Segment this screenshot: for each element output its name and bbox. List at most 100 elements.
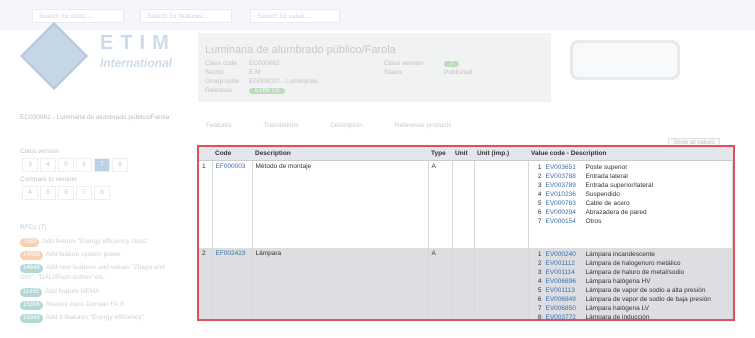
top-search-bar: Search for class... Search for features.…	[0, 0, 755, 30]
value-list: 1 EV003651 Poste superior 2 EV003788 Entrada…	[528, 160, 733, 248]
rfc-item[interactable]: 15356 Rework class Domain FA 3	[20, 300, 180, 310]
value-code-link[interactable]: EV000783	[546, 199, 582, 208]
version-6[interactable]: 6	[76, 158, 92, 172]
class-title: Luminaria de alumbrado público/Farola	[205, 44, 396, 56]
etim-logo[interactable]: ETIM International	[20, 22, 184, 90]
value-code-link[interactable]: EV003651	[546, 163, 582, 172]
logo-sub: International	[100, 56, 173, 70]
value-code-link[interactable]: EV000154	[546, 217, 582, 226]
releases-field: Releases ETIM 7.0	[205, 87, 286, 94]
compare-7[interactable]: 7	[76, 186, 92, 200]
feature-description: Método de montaje	[252, 160, 429, 248]
version-4[interactable]: 4	[40, 158, 56, 172]
value-code-link[interactable]: EV000294	[546, 208, 582, 217]
compare-8[interactable]: 8	[94, 186, 110, 200]
rfc-item[interactable]: 14649 Add new features and values "Zhaga …	[20, 263, 180, 282]
product-image	[565, 30, 685, 90]
table-row[interactable]: 1 EF000003 Método de montaje A 1 EV003651…	[199, 160, 733, 248]
col-type[interactable]: Type	[428, 147, 452, 161]
tab-bar: Features Translations Description Refere…	[206, 122, 481, 129]
value-item: 3 EV001114 Lámpara de haluro de metal/sodi…	[537, 268, 685, 277]
value-code-link[interactable]: EV010236	[546, 190, 582, 199]
sector-field: Sector E M	[205, 69, 261, 76]
value-code-link[interactable]: EV006850	[546, 304, 582, 313]
value-item: 6 EV000294 Abrazadera de pared	[537, 208, 647, 217]
value-code-link[interactable]: EV001114	[546, 268, 582, 277]
feature-unit	[452, 160, 475, 248]
value-item: 7 EV006850 Lámpara halógena LV	[537, 304, 649, 313]
feature-code-link[interactable]: EF002423	[212, 248, 253, 319]
rfc-item[interactable]: 15349 Add 3 features "Energy efficiency"	[20, 313, 180, 323]
rfc-item[interactable]: 14609 Add feature system power	[20, 250, 180, 260]
value-code-link[interactable]: EV003789	[546, 181, 582, 190]
rfc-item[interactable]: 11455 Add feature NEMA	[20, 287, 180, 297]
compare-4[interactable]: 4	[22, 186, 38, 200]
value-item: 2 EV003788 Entrada lateral	[537, 172, 628, 181]
status-field: Status Published	[384, 69, 473, 76]
version-7[interactable]: 7	[94, 158, 110, 172]
value-item: 6 EV006849 Lámpara de vapor de sodio de ba…	[537, 295, 711, 304]
value-item: 1 EV000240 Lámpara incandescente	[537, 250, 655, 259]
features-table-highlight: Code Description Type Unit Unit (imp.) V…	[197, 145, 735, 321]
value-code-link[interactable]: EV003772	[546, 313, 582, 319]
compare-version-label: Compare to version	[20, 176, 77, 183]
rfc-item[interactable]: 7583 Add feature "Energy efficiency class…	[20, 237, 180, 247]
value-item: 8 EV003772 Lámpara de inducción	[537, 313, 650, 321]
class-version-label: Class version	[20, 148, 60, 155]
release-badge: ETIM 7.0	[249, 88, 286, 94]
compare-5[interactable]: 5	[40, 186, 56, 200]
value-item: 1 EV003651 Poste superior	[537, 163, 628, 172]
feature-description: Lámpara	[252, 248, 429, 319]
rfcs-label: RFCs (7)	[20, 224, 47, 231]
version-3[interactable]: 3	[22, 158, 38, 172]
table-row[interactable]: 2 EF002423 Lámpara A 1 EV000240 Lámpara in…	[199, 248, 733, 321]
logo-diamond-icon	[20, 22, 88, 90]
col-code[interactable]: Code	[212, 147, 252, 161]
class-search-input[interactable]: Search for class...	[32, 9, 124, 23]
value-item: 7 EV000154 Otros	[537, 217, 602, 226]
compare-version-selector: 4 5 6 7 8	[22, 186, 112, 200]
col-description[interactable]: Description	[252, 147, 428, 161]
feature-type: A	[428, 160, 453, 248]
class-info-panel: Luminaria de alumbrado público/Farola Cl…	[198, 33, 551, 102]
value-item: 5 EV001113 Lámpara de vapor de sodio a alt…	[537, 286, 706, 295]
value-code-link[interactable]: EV001113	[546, 286, 582, 295]
group-code-field: Group code EG000027 - Luminarias	[205, 78, 318, 85]
features-table: Code Description Type Unit Unit (imp.) V…	[199, 147, 733, 321]
version-8[interactable]: 8	[112, 158, 128, 172]
class-identifier: EC000062 - Luminaria de alumbrado públic…	[20, 114, 170, 121]
col-unit[interactable]: Unit	[452, 147, 474, 161]
class-version-selector: 3 4 5 6 7 8	[22, 158, 130, 172]
row-number: 2	[199, 248, 213, 319]
value-code-link[interactable]: EV003788	[546, 172, 582, 181]
value-item: 2 EV001112 Lámpara de halogenuro metálico	[537, 259, 681, 268]
class-code-field: Class code EC000062	[205, 60, 280, 67]
tab-translations[interactable]: Translations	[263, 122, 298, 129]
feature-unit	[452, 248, 475, 319]
compare-6[interactable]: 6	[58, 186, 74, 200]
feature-search-input[interactable]: Search for features...	[140, 9, 232, 23]
class-version-field: Class version 7	[384, 60, 460, 67]
value-code-link[interactable]: EV000240	[546, 250, 582, 259]
feature-code-link[interactable]: EF000003	[212, 160, 253, 248]
row-number: 1	[199, 160, 213, 248]
value-item: 4 EV006896 Lámpara halógena HV	[537, 277, 651, 286]
value-search-input[interactable]: Search for value...	[250, 9, 340, 23]
feature-unit-imp	[474, 248, 529, 319]
value-code-link[interactable]: EV001112	[546, 259, 582, 268]
col-unit-imp[interactable]: Unit (imp.)	[474, 147, 528, 161]
version-5[interactable]: 5	[58, 158, 74, 172]
feature-unit-imp	[474, 160, 529, 248]
value-code-link[interactable]: EV006849	[546, 295, 582, 304]
tab-description[interactable]: Description	[330, 122, 363, 129]
value-code-link[interactable]: EV006896	[546, 277, 582, 286]
value-item: 4 EV010236 Suspendido	[537, 190, 620, 199]
tab-features[interactable]: Features	[206, 122, 232, 129]
value-list: 1 EV000240 Lámpara incandescente 2 EV001112…	[528, 248, 733, 321]
tab-reference-products[interactable]: Reference products	[395, 122, 452, 129]
logo-brand: ETIM	[100, 32, 176, 54]
col-index	[199, 147, 212, 161]
col-value-code[interactable]: Value code - Description	[528, 147, 733, 161]
value-item: 5 EV000783 Cable de acero	[537, 199, 630, 208]
value-item: 3 EV003789 Entrada superior/lateral	[537, 181, 654, 190]
